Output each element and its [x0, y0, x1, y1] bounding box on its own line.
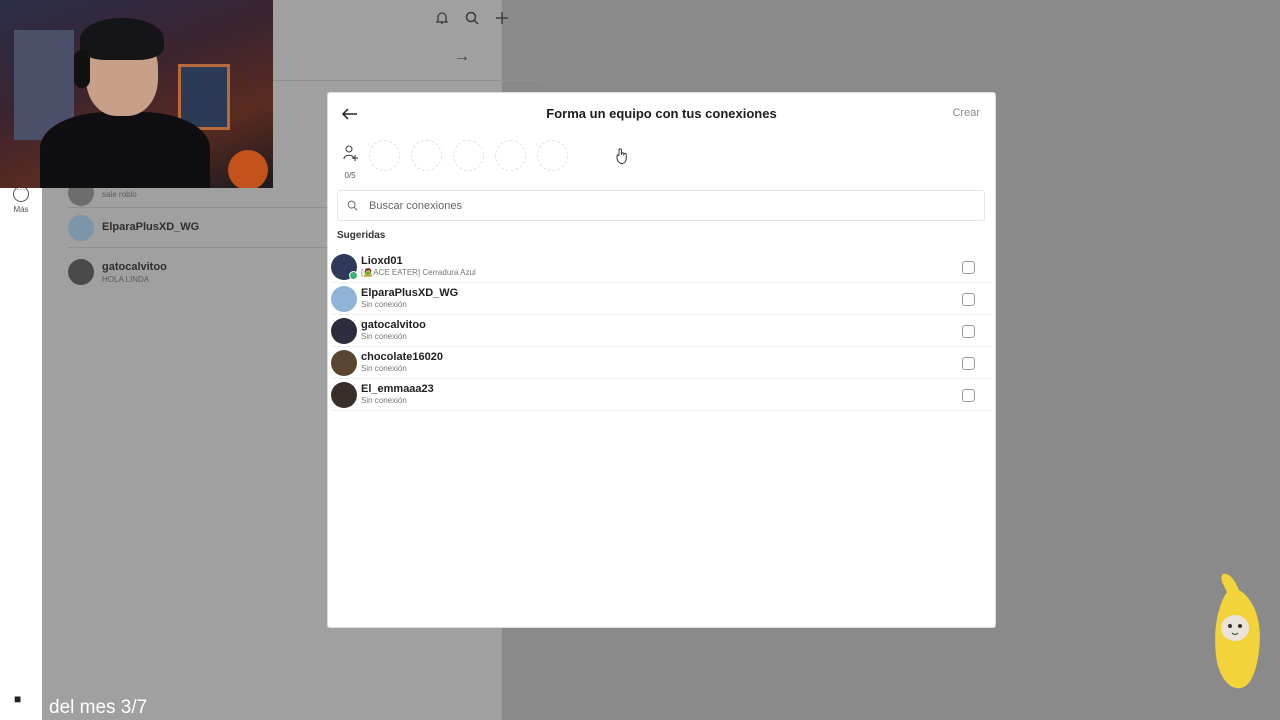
empty-party-slot: [453, 140, 484, 171]
bg-chat-name: ElparaPlusXD_WG: [102, 221, 200, 233]
empty-party-slot: [537, 140, 568, 171]
avatar: [331, 381, 357, 408]
avatar: [331, 285, 357, 312]
avatar: [68, 215, 94, 241]
connection-name: ElparaPlusXD_WG: [361, 287, 459, 299]
more-icon: [13, 184, 29, 202]
roblox-logo-icon: ■: [14, 692, 22, 706]
rail-more-button[interactable]: Más: [6, 184, 36, 214]
empty-party-slot: [411, 140, 442, 171]
connection-row[interactable]: Lioxd01 [🧟ACE EATER] Cerradura Azul: [331, 251, 991, 283]
party-slots: [369, 140, 568, 171]
connection-name: chocolate16020: [361, 351, 443, 363]
connection-row[interactable]: gatocalvitoo Sin conexión: [331, 315, 991, 347]
webcam-person-hair: [80, 18, 164, 60]
connection-name: El_emmaaa23: [361, 383, 434, 395]
connection-name: Lioxd01: [361, 255, 403, 267]
arrow-right-icon: →: [454, 48, 470, 65]
bg-header-icons: [434, 10, 510, 26]
bg-chat-item: ElparaPlusXD_WG: [68, 215, 199, 241]
connections-list: Lioxd01 [🧟ACE EATER] Cerradura Azul Elpa…: [331, 251, 991, 411]
empty-party-slot: [369, 140, 400, 171]
connection-status: Sin conexión: [361, 364, 407, 373]
select-checkbox[interactable]: [962, 261, 975, 274]
bg-divider: [272, 80, 542, 81]
connection-status: Sin conexión: [361, 332, 407, 341]
connection-row[interactable]: ElparaPlusXD_WG Sin conexión: [331, 283, 991, 315]
banana-cat-sticker: [1215, 573, 1260, 689]
dialog-title: Forma un equipo con tus conexiones: [546, 106, 777, 121]
search-icon: [464, 10, 480, 26]
suggested-section-label: Sugeridas: [337, 230, 386, 241]
search-icon: [347, 200, 358, 211]
plus-icon: [494, 10, 510, 26]
stream-overlay-text: del mes 3/7: [49, 697, 148, 718]
headset-icon: [74, 50, 90, 88]
online-indicator-icon: [349, 270, 358, 280]
avatar: [331, 253, 358, 280]
connection-status: Sin conexión: [361, 396, 407, 405]
search-connections[interactable]: [337, 190, 985, 221]
avatar: [68, 259, 94, 285]
bg-chat-preview: sale roblo: [102, 189, 137, 199]
connection-name: gatocalvitoo: [361, 319, 426, 331]
bg-chat-item: gatocalvitoo HOLA LINDA: [68, 259, 167, 285]
bg-separator: [68, 247, 368, 248]
webcam-ball: [228, 150, 268, 188]
empty-party-slot: [495, 140, 526, 171]
connection-status: [🧟ACE EATER] Cerradura Azul: [361, 268, 476, 277]
select-checkbox[interactable]: [962, 325, 975, 338]
avatar: [331, 349, 357, 376]
create-party-dialog: Forma un equipo con tus conexiones Crear…: [328, 93, 995, 627]
avatar: [331, 317, 357, 344]
connection-row[interactable]: chocolate16020 Sin conexión: [331, 347, 991, 379]
bg-separator: [68, 207, 368, 208]
select-checkbox[interactable]: [962, 293, 975, 306]
create-button[interactable]: Crear: [952, 107, 980, 119]
connection-row[interactable]: El_emmaaa23 Sin conexión: [331, 379, 991, 411]
party-slot-counter: 0/5: [341, 144, 359, 180]
slot-count: 0/5: [344, 171, 356, 180]
bg-chat-preview: HOLA LINDA: [102, 274, 150, 284]
add-person-icon: [343, 145, 358, 161]
rail-more-label: Más: [13, 205, 29, 214]
connection-status: Sin conexión: [361, 300, 407, 309]
bell-icon: [434, 10, 450, 26]
webcam-person-body: [40, 112, 210, 188]
webcam-overlay: [0, 0, 273, 188]
mouse-cursor-hand-icon: [616, 148, 627, 164]
select-checkbox[interactable]: [962, 389, 975, 402]
select-checkbox[interactable]: [962, 357, 975, 370]
search-input[interactable]: [367, 198, 971, 213]
bg-chat-name: gatocalvitoo: [102, 260, 167, 273]
